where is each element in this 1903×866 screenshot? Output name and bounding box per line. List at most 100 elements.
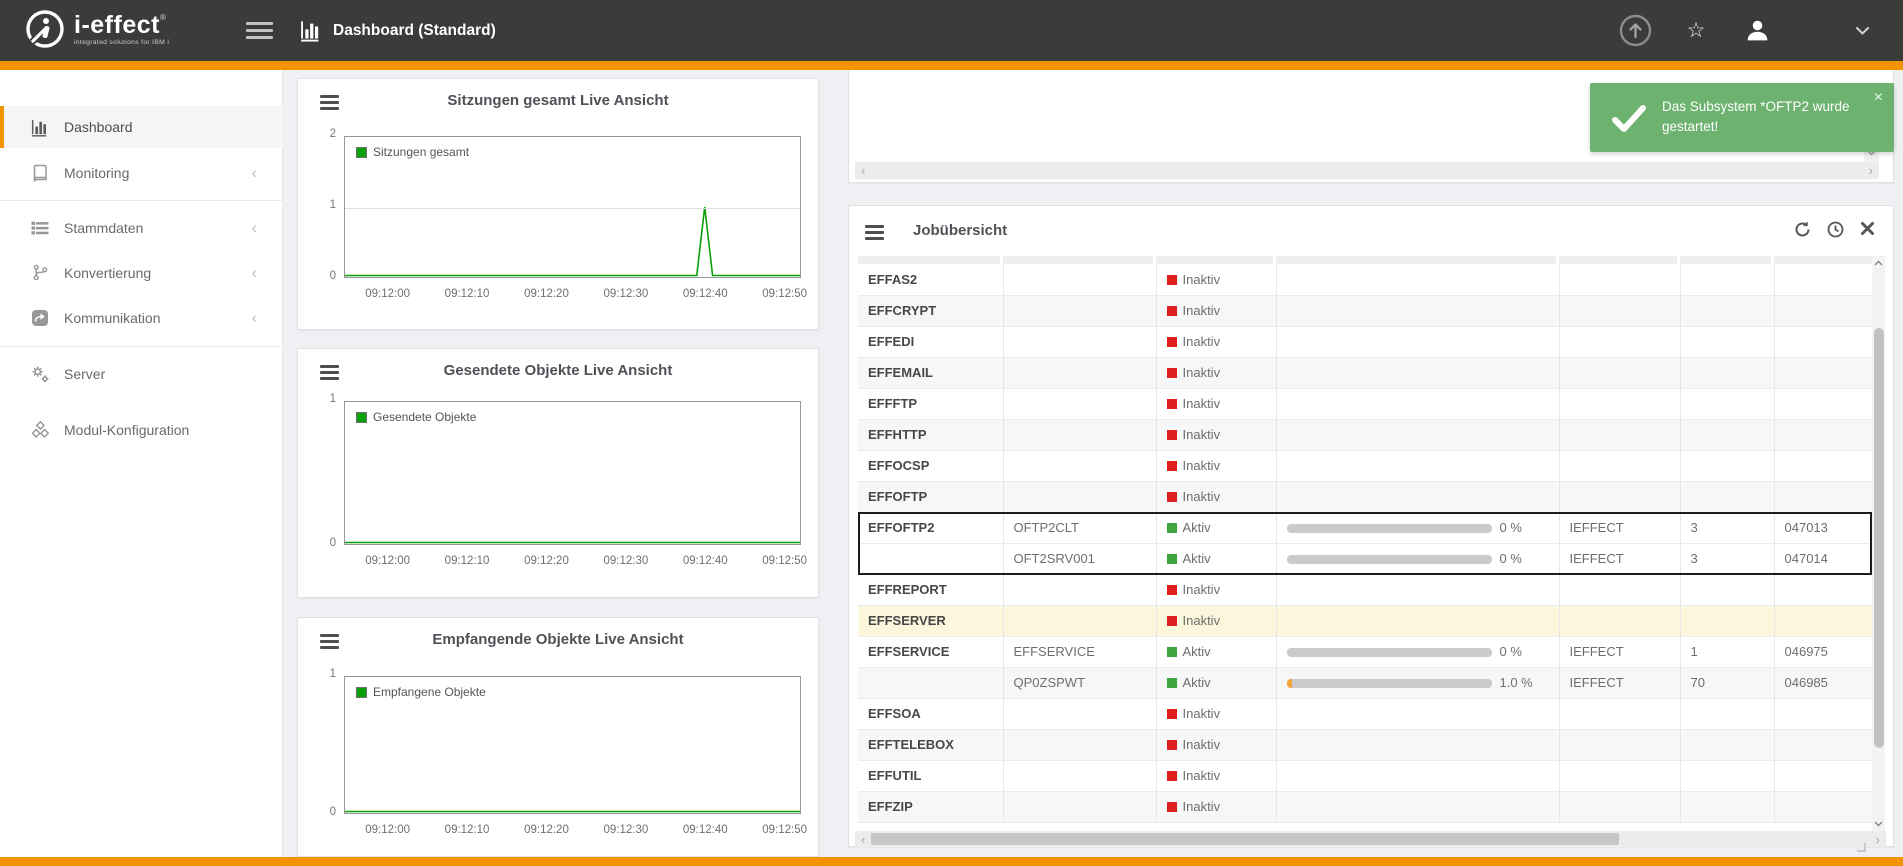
cell-prog: [1276, 264, 1559, 295]
table-row[interactable]: QP0ZSPWTAktiv1.0 %IEFFECT70046985: [858, 667, 1872, 698]
horizontal-scrollbar-thumb[interactable]: [871, 833, 1619, 845]
scroll-left-arrow[interactable]: ‹: [855, 163, 871, 178]
table-row[interactable]: EFFZIPInaktiv: [858, 791, 1872, 822]
cell-thr: 70: [1680, 667, 1774, 698]
cell-nr: 047013: [1774, 512, 1872, 543]
cell-status: Inaktiv: [1156, 605, 1276, 636]
resize-handle[interactable]: [1857, 843, 1866, 852]
cell-job: EFFSERVICE: [1003, 636, 1156, 667]
cell-sub: EFFSERVICE: [858, 636, 1003, 667]
cell-nr: [1774, 791, 1872, 822]
panel-drag-handle-icon[interactable]: [865, 225, 884, 243]
table-row[interactable]: EFFSOAInaktiv: [858, 698, 1872, 729]
cell-sub: EFFCRYPT: [858, 295, 1003, 326]
table-row[interactable]: EFFAS2Inaktiv: [858, 264, 1872, 295]
refresh-icon[interactable]: [1794, 221, 1811, 238]
vertical-scrollbar-thumb[interactable]: [1874, 328, 1884, 748]
toast-close-icon[interactable]: ×: [1874, 89, 1883, 107]
status-text: Inaktiv: [1183, 427, 1221, 442]
table-row[interactable]: EFFSERVERInaktiv: [858, 605, 1872, 636]
progress-bar: [1287, 555, 1492, 564]
x-tick-label: 09:12:00: [358, 824, 418, 836]
horizontal-scrollbar[interactable]: ‹ ›: [855, 831, 1886, 847]
cell-thr: [1680, 450, 1774, 481]
bar-chart-icon: [30, 117, 50, 137]
table-row[interactable]: EFFHTTPInaktiv: [858, 419, 1872, 450]
sidebar-item-dashboard[interactable]: Dashboard: [0, 106, 283, 148]
scroll-right-arrow[interactable]: ›: [1863, 163, 1879, 178]
table-row[interactable]: EFFSERVICEEFFSERVICEAktiv0 %IEFFECT10469…: [858, 636, 1872, 667]
brand-logo[interactable]: i-effect® integrated solutions for IBM i: [24, 8, 169, 50]
y-tick-label: 0: [298, 270, 336, 282]
table-row[interactable]: EFFEDIInaktiv: [858, 326, 1872, 357]
cell-sub: EFFREPORT: [858, 574, 1003, 605]
status-square-icon: [1167, 585, 1177, 595]
table-row[interactable]: EFFOFTPInaktiv: [858, 481, 1872, 512]
cell-job: [1003, 481, 1156, 512]
cell-status: Inaktiv: [1156, 574, 1276, 605]
status-text: Inaktiv: [1183, 334, 1221, 349]
sidebar-item-label: Server: [64, 366, 105, 382]
status-text: Inaktiv: [1183, 365, 1221, 380]
sidebar-toggle-hamburger-icon[interactable]: [246, 22, 273, 43]
sidebar-item-stammdaten[interactable]: Stammdaten ‹: [0, 205, 283, 250]
scroll-right-arrow[interactable]: ›: [1870, 832, 1886, 847]
plot-area: Sitzungen gesamt: [344, 136, 801, 278]
upload-button[interactable]: [1615, 0, 1655, 61]
status-text: Aktiv: [1183, 551, 1211, 566]
table-row[interactable]: EFFEMAILInaktiv: [858, 357, 1872, 388]
cell-user: [1559, 760, 1680, 791]
favorite-star-icon[interactable]: ☆: [1681, 0, 1711, 61]
table-row[interactable]: EFFCRYPTInaktiv: [858, 295, 1872, 326]
brand-registered-mark: ®: [160, 13, 166, 22]
cell-user: [1559, 388, 1680, 419]
legend-swatch: [356, 147, 367, 158]
cell-prog: [1276, 388, 1559, 419]
cell-user: [1559, 729, 1680, 760]
user-account-button[interactable]: [1739, 0, 1775, 61]
sidebar-item-modul-konfiguration[interactable]: Modul-Konfiguration: [0, 407, 283, 453]
chart-title: Gesendete Objekte Live Ansicht: [298, 362, 818, 379]
scroll-down-arrow[interactable]: [1872, 817, 1885, 831]
list-icon: [30, 218, 50, 238]
cell-sub: EFFZIP: [858, 791, 1003, 822]
sidebar-item-kommunikation[interactable]: Kommunikation ‹: [0, 295, 283, 340]
sidebar-item-server[interactable]: Server: [0, 351, 283, 397]
accent-bar-bottom: [0, 857, 1903, 866]
close-icon[interactable]: [1860, 221, 1877, 238]
cell-job: [1003, 450, 1156, 481]
table-row[interactable]: EFFFTPInaktiv: [858, 388, 1872, 419]
status-square-icon: [1167, 275, 1177, 285]
cell-status: Aktiv: [1156, 512, 1276, 543]
cell-thr: [1680, 791, 1774, 822]
table-row[interactable]: EFFREPORT Inaktiv: [858, 574, 1872, 605]
sidebar-item-label: Monitoring: [64, 165, 129, 181]
sidebar-item-monitoring[interactable]: Monitoring ‹: [0, 150, 283, 195]
vertical-scrollbar[interactable]: [1872, 256, 1885, 831]
chart-title: Empfangende Objekte Live Ansicht: [298, 631, 818, 648]
history-clock-icon[interactable]: [1827, 221, 1844, 238]
x-tick-label: 09:12:30: [596, 288, 656, 300]
cell-job: QP0ZSPWT: [1003, 667, 1156, 698]
cell-sub: EFFFTP: [858, 388, 1003, 419]
status-square-icon: [1167, 771, 1177, 781]
sidebar-item-konvertierung[interactable]: Konvertierung ‹: [0, 250, 283, 295]
cell-nr: [1774, 574, 1872, 605]
y-tick-label: 0: [298, 537, 336, 549]
table-row[interactable]: OFT2SRV001Aktiv0 %IEFFECT3047014: [858, 543, 1872, 574]
cell-prog: [1276, 605, 1559, 636]
scroll-up-arrow[interactable]: [1872, 256, 1885, 270]
table-row[interactable]: EFFOFTP2OFTP2CLTAktiv0 %IEFFECT3047013: [858, 512, 1872, 543]
table-row[interactable]: EFFTELEBOXInaktiv: [858, 729, 1872, 760]
horizontal-scrollbar[interactable]: ‹ ›: [855, 162, 1879, 179]
gears-icon: [30, 364, 50, 384]
cell-nr: [1774, 605, 1872, 636]
scroll-left-arrow[interactable]: ‹: [855, 832, 871, 847]
x-tick-label: 09:12:00: [358, 288, 418, 300]
jobs-panel: Jobübersicht EFFAS2InaktivEFFCRYPTInakti…: [848, 205, 1894, 847]
navbar-chevron-down-icon[interactable]: [1849, 0, 1875, 61]
table-top-scroll-strip[interactable]: [858, 256, 1872, 264]
table-row[interactable]: EFFUTILInaktiv: [858, 760, 1872, 791]
status-square-icon: [1167, 337, 1177, 347]
table-row[interactable]: EFFOCSPInaktiv: [858, 450, 1872, 481]
